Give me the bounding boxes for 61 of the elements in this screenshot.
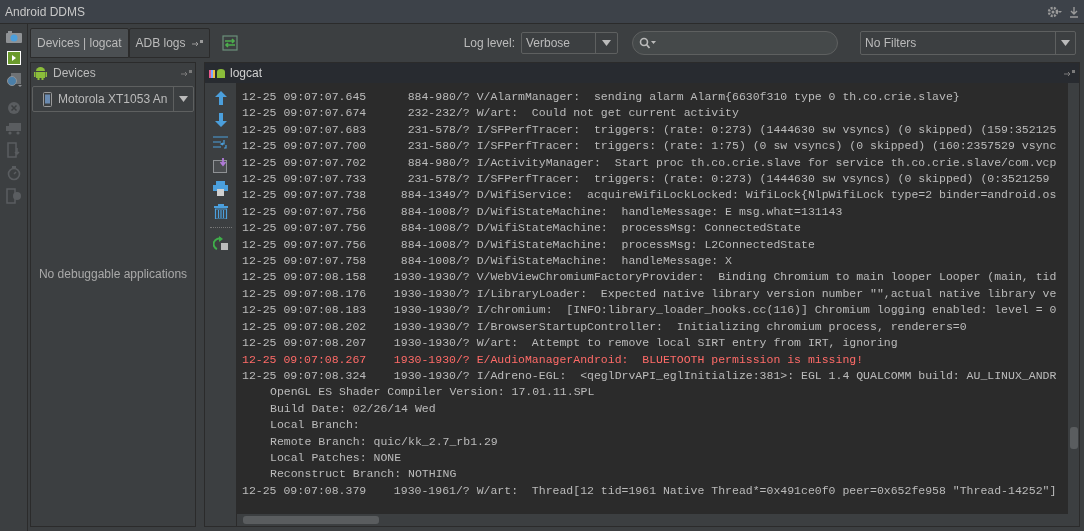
- log-level-dropdown[interactable]: Verbose: [521, 32, 618, 54]
- log-line: 12-25 09:07:07.700 231-580/? I/SFPerfTracer: triggers: (rate: 1:75) (0 sw vsyncs) (0 skipped) (160:2357529 vsync: [242, 138, 1057, 155]
- log-line: 12-25 09:07:08.324 1930-1930/? I/Adreno-EGL: <qeglDrvAPI_eglInitialize:381>: EGL 1.4 QUALCOMM build: AU_LINUX_ANDR: [242, 367, 1057, 384]
- pin-icon[interactable]: [1064, 69, 1075, 77]
- wrap-icon[interactable]: [213, 135, 228, 150]
- sync-icon[interactable]: [221, 35, 238, 51]
- log-line: 12-25 09:07:08.158 1930-1930/? V/WebViewChromiumFactoryProvider: Binding Chromium to main looper Looper (main, tid: [242, 269, 1057, 286]
- tab[interactable]: Devices | logcat: [30, 28, 129, 58]
- caret-icon: [602, 40, 611, 46]
- log-line: 12-25 09:07:07.674 232-232/? W/art: Could not get current activity: [242, 105, 739, 122]
- down-arrow-icon[interactable]: [214, 113, 227, 127]
- log-line: 12-25 09:07:07.756 884-1008/? D/WifiStateMachine: processMsg: ConnectedState: [242, 220, 801, 237]
- log-line: 12-25 09:07:07.645 884-980/? V/AlarmManager: sending alarm Alarm{6630f310 type 0 th.co.crie.slave}: [242, 89, 960, 105]
- tab[interactable]: ADB logs: [128, 28, 210, 58]
- log-line: 12-25 09:07:07.738 884-1349/? D/WifiService: acquireWifiLockLocked: WifiLock{NlpWifiLock type=2 binder=android.os: [242, 187, 1057, 204]
- restart-icon[interactable]: [213, 236, 228, 251]
- scrollbar-thumb[interactable]: [243, 516, 379, 524]
- import-icon[interactable]: [213, 158, 228, 173]
- filter-dropdown[interactable]: No Filters: [860, 31, 1076, 55]
- camera-icon[interactable]: [4, 30, 23, 44]
- log-line: 12-25 09:07:07.683 231-578/? I/SFPerfTracer: triggers: (rate: 0:273) (1444630 sw vsyncs) (0 skipped) (159:352125: [242, 121, 1057, 138]
- trash-icon[interactable]: [213, 204, 228, 219]
- log-line: 12-25 09:07:07.756 884-1008/? D/WifiStateMachine: processMsg: L2ConnectedState: [242, 236, 815, 253]
- search-icon: [639, 37, 657, 49]
- log-line: 12-25 09:07:07.702 884-980/? I/ActivityManager: Start proc th.co.crie.slave for service th.co.crie.slave/com.vcp: [242, 154, 1057, 171]
- up-arrow-icon[interactable]: [214, 91, 227, 105]
- log-level-label: Log level:: [463, 35, 515, 52]
- log-line: Build Date: 02/26/14 Wed: [269, 400, 436, 417]
- phone-icon: [43, 91, 52, 107]
- logcat-icon: [209, 67, 225, 79]
- window-title: Android DDMS: [5, 3, 86, 21]
- screen-search-icon[interactable]: [4, 72, 23, 88]
- log-line: 12-25 09:07:07.733 231-578/? I/SFPerfTracer: triggers: (rate: 0:273) (1444630 sw vsyncs) (0 skipped) (0:3521259: [242, 171, 1050, 188]
- log-line: 12-25 09:07:07.758 884-1008/? D/WifiStateMachine: handleMessage: X: [242, 253, 732, 270]
- device-dropdown[interactable]: Motorola XT1053 An: [32, 86, 194, 112]
- log-line: 12-25 09:07:08.207 1930-1930/? W/art: Attempt to remove local SIRT entry from IRT, ignoring: [242, 335, 898, 352]
- pin-icon: [191, 39, 203, 47]
- log-line: Remote Branch: quic/kk_2.7_rb1.29: [269, 433, 498, 450]
- log-line: OpenGL ES Shader Compiler Version: 17.01.11.SPL: [269, 384, 595, 401]
- scrollbar-thumb[interactable]: [1070, 427, 1078, 449]
- android-icon: [34, 66, 47, 80]
- panel-title: Devices: [53, 65, 97, 82]
- log-line: 12-25 09:07:08.379 1930-1961/? W/art: Thread[12 tid=1961 Native Thread*=0x491ce0f0 peer=0x652fe958 "Thread-14252"]: [242, 482, 1057, 499]
- log-line: 12-25 09:07:07.756 884-1008/? D/WifiStateMachine: handleMessage: E msg.what=131143: [242, 203, 843, 220]
- caret-icon: [1061, 40, 1070, 46]
- settings-icon[interactable]: [1047, 5, 1063, 18]
- caret-icon: [179, 96, 188, 102]
- empty-message: No debuggable applications: [38, 266, 188, 283]
- log-line: 12-25 09:07:08.202 1930-1930/? I/BrowserStartupController: Initializing chromium process, renderers=0: [242, 318, 967, 335]
- print-icon[interactable]: [213, 181, 228, 196]
- panel-title: logcat: [230, 65, 264, 82]
- log-line: Reconstruct Branch: NOTHING: [269, 466, 457, 483]
- log-line: 12-25 09:07:08.176 1930-1930/? I/LibraryLoader: Expected native library version number "",actual native library ve: [242, 285, 1057, 302]
- log-line: 12-25 09:07:08.183 1930-1930/? I/chromium: [INFO:library_loader_hooks.cc(116)] Chromium logging enabled: level = 0: [242, 302, 1057, 319]
- play-icon[interactable]: [6, 51, 21, 65]
- download-icon[interactable]: [1069, 5, 1079, 18]
- search-field[interactable]: [632, 31, 838, 55]
- log-line: Local Patches: NONE: [269, 449, 402, 466]
- log-line: 12-25 09:07:08.267 1930-1930/? E/AudioManagerAndroid: BLUETOOTH permission is missing!: [242, 351, 864, 368]
- pin-icon[interactable]: [181, 69, 192, 77]
- log-line: Local Branch:: [269, 417, 360, 434]
